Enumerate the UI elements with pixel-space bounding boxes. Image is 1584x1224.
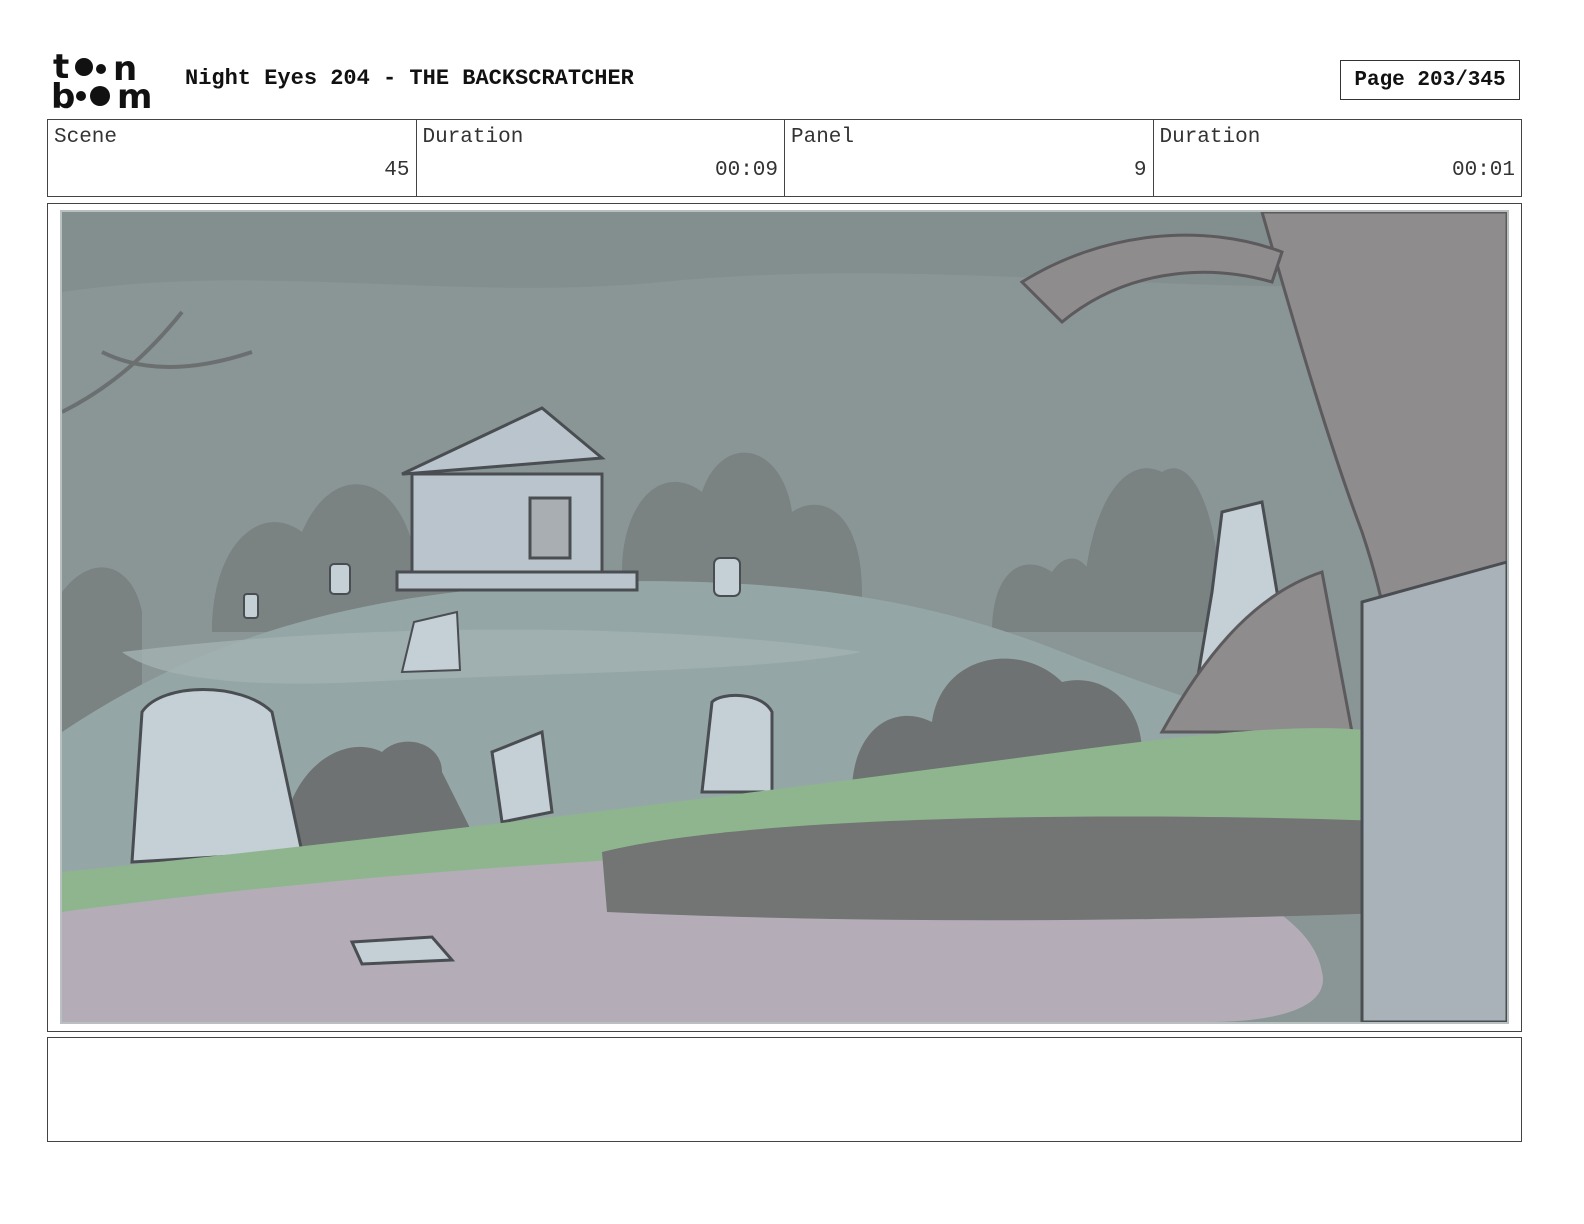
scene-duration-label: Duration (422, 126, 524, 149)
svg-text:b: b (51, 77, 75, 112)
toon-boom-logo: t n b m (51, 47, 163, 117)
panel-info-table: Scene 45 Duration 00:09 Panel 9 Duration… (47, 119, 1522, 197)
board-title: Night Eyes 204 - THE BACKSCRATCHER (185, 66, 634, 91)
panel-notes-box (47, 1037, 1522, 1142)
scene-label: Scene (54, 126, 118, 149)
scene-value: 45 (384, 159, 410, 182)
storyboard-panel-image (60, 210, 1509, 1024)
panel-value: 9 (1133, 159, 1147, 182)
panel-label: Panel (791, 126, 855, 149)
scene-duration-value: 00:09 (714, 159, 778, 182)
panel-duration-value: 00:01 (1451, 159, 1515, 182)
panel-duration-label: Duration (1159, 126, 1261, 149)
panel-cell: Panel 9 (785, 120, 1154, 196)
panel-duration-cell: Duration 00:01 (1154, 120, 1522, 196)
scene-duration-cell: Duration 00:09 (417, 120, 785, 196)
svg-text:m: m (117, 77, 152, 112)
scene-cell: Scene 45 (48, 120, 417, 196)
page-indicator: Page 203/345 (1340, 60, 1520, 100)
